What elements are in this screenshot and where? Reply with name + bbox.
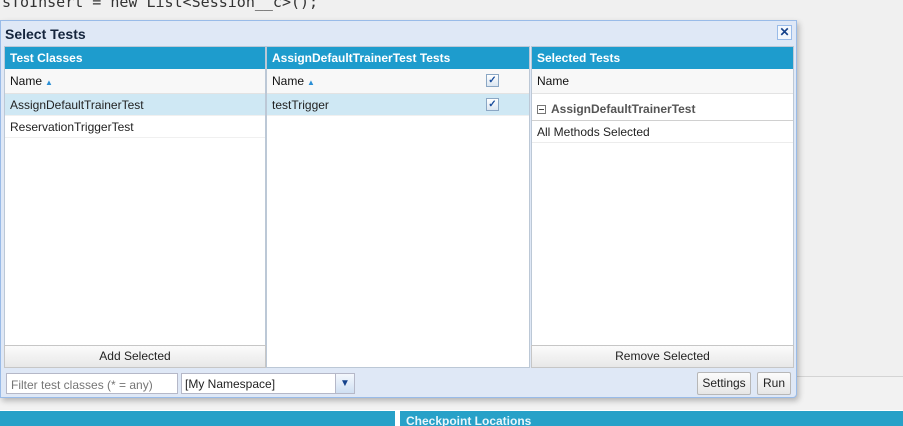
checkpoint-locations-header: Checkpoint Locations <box>400 411 903 426</box>
settings-button[interactable]: Settings <box>697 372 751 395</box>
selected-group-row[interactable]: AssignDefaultTrainerTest <box>532 94 793 121</box>
name-column-header[interactable]: Name ▲ <box>5 69 265 94</box>
background-code-line: sToInsert = new List<Session__c>(); <box>2 0 319 11</box>
selected-tests-panel: Selected Tests Name AssignDefaultTrainer… <box>531 46 794 368</box>
test-class-row[interactable]: ReservationTriggerTest <box>5 116 265 138</box>
background-panel-bar-left <box>0 411 395 426</box>
dialog-title: Select Tests <box>5 26 86 42</box>
filter-test-classes-input[interactable] <box>6 373 178 394</box>
test-classes-header: Test Classes <box>5 47 265 69</box>
selected-name-column-header[interactable]: Name <box>532 69 793 94</box>
test-methods-panel: AssignDefaultTrainerTest Tests Name ▲ ✓ t… <box>266 46 530 368</box>
sort-ascending-icon: ▲ <box>307 78 315 87</box>
remove-selected-button[interactable]: Remove Selected <box>531 345 794 368</box>
selected-method-summary[interactable]: All Methods Selected <box>532 121 793 143</box>
add-selected-button[interactable]: Add Selected <box>4 345 266 368</box>
namespace-select[interactable]: [My Namespace] ▼ <box>181 373 355 394</box>
collapse-icon[interactable] <box>537 105 546 114</box>
select-all-checkbox[interactable]: ✓ <box>486 74 499 87</box>
close-icon[interactable]: ✕ <box>777 25 792 40</box>
chevron-down-icon[interactable]: ▼ <box>335 374 354 393</box>
test-class-row[interactable]: AssignDefaultTrainerTest <box>5 94 265 116</box>
run-button[interactable]: Run <box>757 372 791 395</box>
method-name-column-header[interactable]: Name ▲ ✓ <box>267 69 529 94</box>
sort-ascending-icon: ▲ <box>45 78 53 87</box>
select-tests-dialog: Select Tests ✕ Test Classes Name ▲ Assign… <box>0 20 797 398</box>
test-methods-header: AssignDefaultTrainerTest Tests <box>267 47 529 69</box>
selected-tests-header: Selected Tests <box>532 47 793 69</box>
method-checkbox[interactable]: ✓ <box>486 98 499 111</box>
test-classes-panel: Test Classes Name ▲ AssignDefaultTrainerT… <box>4 46 266 368</box>
test-method-row[interactable]: testTrigger ✓ <box>267 94 529 116</box>
